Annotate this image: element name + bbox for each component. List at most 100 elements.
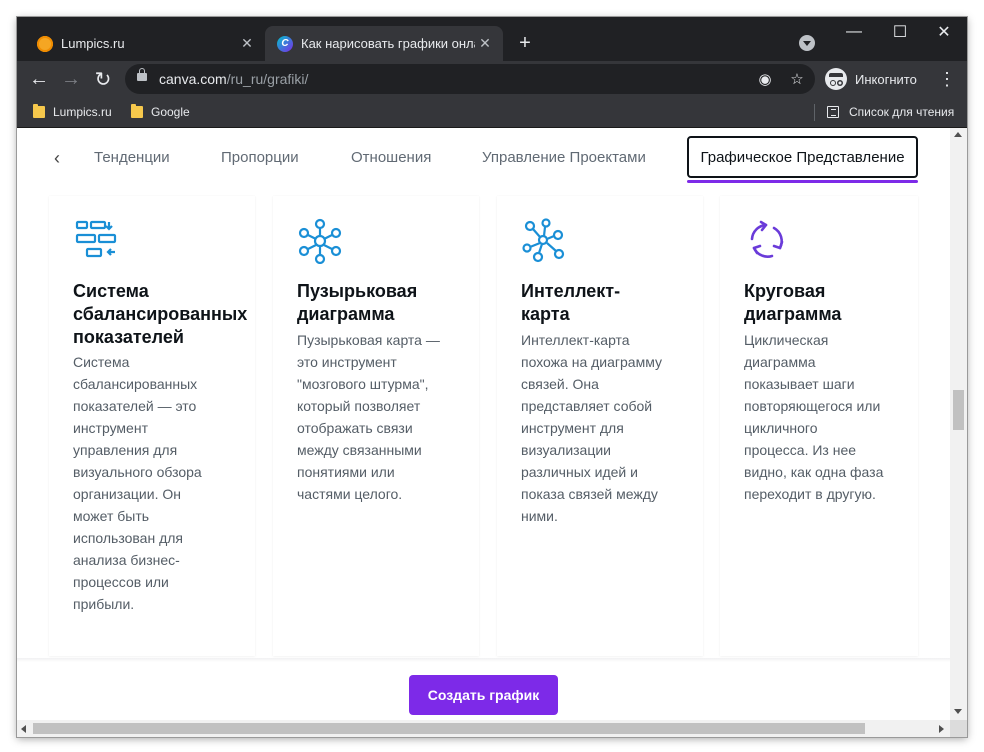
card-description: Интеллект-карта похожа на диаграмму связ…	[521, 329, 662, 527]
tab-search-icon[interactable]	[799, 35, 815, 51]
card-description-line: управления для	[73, 442, 178, 458]
tab-strip: Lumpics.ru ✕ C Как нарисовать графики он…	[17, 17, 967, 61]
card-description-line: различных идей и	[521, 464, 638, 480]
mind-map-icon	[522, 218, 565, 263]
address-bar[interactable]: canva.com/ru_ru/grafiki/ ◉ ☆	[125, 64, 815, 94]
bookmark-google[interactable]: Google	[131, 103, 190, 121]
lock-icon[interactable]	[137, 68, 147, 81]
card-description-line: между связанными	[297, 442, 422, 458]
close-tab-icon[interactable]: ✕	[237, 34, 257, 54]
card-description-line: инструмент	[73, 420, 148, 436]
card-description-line: переходит в другую.	[744, 486, 876, 502]
card-description-line: ними.	[521, 508, 558, 524]
card-description-line: показывает шаги	[744, 376, 855, 392]
vertical-scrollbar[interactable]	[950, 128, 967, 720]
folder-icon	[131, 104, 143, 118]
scroll-down-icon[interactable]	[954, 709, 962, 714]
minimize-icon[interactable]: —	[831, 17, 877, 47]
category-tab-proportions[interactable]: Пропорции	[221, 149, 299, 166]
active-tab-indicator	[687, 180, 918, 183]
reading-list-label: Список для чтения	[849, 105, 955, 119]
bookmark-star-icon[interactable]: ☆	[787, 69, 807, 89]
forward-icon[interactable]: →	[59, 67, 83, 91]
horizontal-scrollbar[interactable]	[17, 720, 950, 737]
reading-list-icon	[827, 106, 839, 118]
new-tab-icon[interactable]: +	[513, 31, 537, 55]
card-description-line: инструмент для	[521, 420, 624, 436]
card-title-line: диаграмма	[297, 304, 395, 324]
url-path: /ru_ru/grafiki/	[226, 71, 309, 87]
card-title: Система сбалансированных показателей	[73, 280, 247, 349]
bookmark-lumpics[interactable]: Lumpics.ru	[33, 103, 112, 121]
tab-lumpics[interactable]: Lumpics.ru ✕	[25, 26, 265, 61]
reading-list-button[interactable]: Список для чтения	[827, 103, 954, 121]
card-description-line: это инструмент	[297, 354, 397, 370]
page-content: ‹ Тенденции Пропорции Отношения Управлен…	[17, 128, 950, 720]
sticky-bar-divider	[17, 658, 950, 662]
card-title-line: диаграмма	[744, 304, 842, 324]
horizontal-scroll-thumb[interactable]	[33, 723, 865, 734]
reload-icon[interactable]: ↻	[91, 67, 115, 91]
browser-toolbar: ← → ↻ canva.com/ru_ru/grafiki/ ◉ ☆ Инког…	[17, 61, 967, 97]
scroll-right-icon[interactable]	[939, 725, 944, 733]
balanced-scorecard-icon	[75, 220, 117, 258]
card-title-line: карта	[521, 304, 570, 324]
maximize-icon[interactable]: ☐	[877, 17, 923, 47]
canva-favicon-icon: C	[277, 35, 293, 52]
card-description-line: показа связей между	[521, 486, 658, 502]
card-bubble-map[interactable]: Пузырьковая диаграмма Пузырьковая карта …	[273, 196, 479, 656]
card-description-line: отображать связи	[297, 420, 413, 436]
tab-title: Lumpics.ru	[61, 36, 125, 51]
card-description-line: который позволяет	[297, 398, 421, 414]
incognito-profile[interactable]: Инкогнито	[825, 64, 925, 94]
card-description-line: похожа на диаграмму	[521, 354, 662, 370]
create-chart-button[interactable]: Создать график	[409, 675, 558, 715]
category-tab-graphic-representation[interactable]: Графическое Представление	[687, 136, 918, 178]
back-icon[interactable]: ←	[27, 67, 51, 91]
url-text[interactable]: canva.com/ru_ru/grafiki/	[159, 71, 308, 87]
card-description-line: Циклическая	[744, 332, 829, 348]
card-description-line: Система	[73, 354, 130, 370]
card-description-line: анализа бизнес-	[73, 552, 180, 568]
card-description-line: представляет собой	[521, 398, 653, 414]
incognito-icon	[825, 68, 847, 90]
card-title: Круговая диаграмма	[744, 280, 841, 326]
card-description-line: повторяющегося или	[744, 398, 881, 414]
card-description-line: цикличного	[744, 420, 818, 436]
card-description: Система сбалансированных показателей — э…	[73, 351, 202, 615]
browser-menu-icon[interactable]: ⋮	[935, 67, 959, 91]
tab-title: Как нарисовать графики онлай	[301, 36, 475, 51]
card-description-line: организации. Он	[73, 486, 181, 502]
bookmarks-bar: Lumpics.ru Google Список для чтения	[17, 97, 967, 128]
card-mind-map[interactable]: Интеллект- карта Интеллект-карта похожа …	[497, 196, 703, 656]
card-description-line: Пузырьковая карта —	[297, 332, 440, 348]
chevron-left-icon[interactable]: ‹	[49, 148, 65, 168]
card-cycle-diagram[interactable]: Круговая диаграмма Циклическая диаграмма…	[720, 196, 918, 656]
card-description-line: может быть	[73, 508, 150, 524]
category-tab-relations[interactable]: Отношения	[351, 149, 431, 166]
card-title-line: Система	[73, 281, 149, 301]
card-description-line: "мозгового штурма",	[297, 376, 429, 392]
card-title-line: Интеллект-	[521, 281, 621, 301]
card-title: Пузырьковая диаграмма	[297, 280, 417, 326]
bubble-map-icon	[298, 218, 342, 264]
category-tab-project-management[interactable]: Управление Проектами	[482, 149, 646, 166]
url-domain: canva.com	[159, 71, 227, 87]
scroll-left-icon[interactable]	[21, 725, 26, 733]
tab-canva[interactable]: C Как нарисовать графики онлай ✕	[265, 26, 503, 61]
vertical-scroll-thumb[interactable]	[953, 390, 964, 430]
folder-icon	[33, 104, 45, 118]
card-description-line: сбалансированных	[73, 376, 198, 392]
scroll-up-icon[interactable]	[954, 132, 962, 137]
close-tab-icon[interactable]: ✕	[475, 34, 495, 54]
cycle-diagram-icon	[750, 220, 784, 258]
card-description: Циклическая диаграмма показывает шаги по…	[744, 329, 883, 505]
eye-off-icon[interactable]: ◉	[755, 69, 775, 89]
category-tab-trends[interactable]: Тенденции	[94, 149, 170, 166]
card-description-line: связей. Она	[521, 376, 599, 392]
card-description-line: Интеллект-карта	[521, 332, 630, 348]
card-description: Пузырьковая карта — это инструмент "мозг…	[297, 329, 440, 505]
close-window-icon[interactable]: ✕	[921, 17, 967, 47]
card-balanced-scorecard[interactable]: Система сбалансированных показателей Сис…	[49, 196, 255, 656]
bookmarks-separator	[814, 104, 815, 121]
